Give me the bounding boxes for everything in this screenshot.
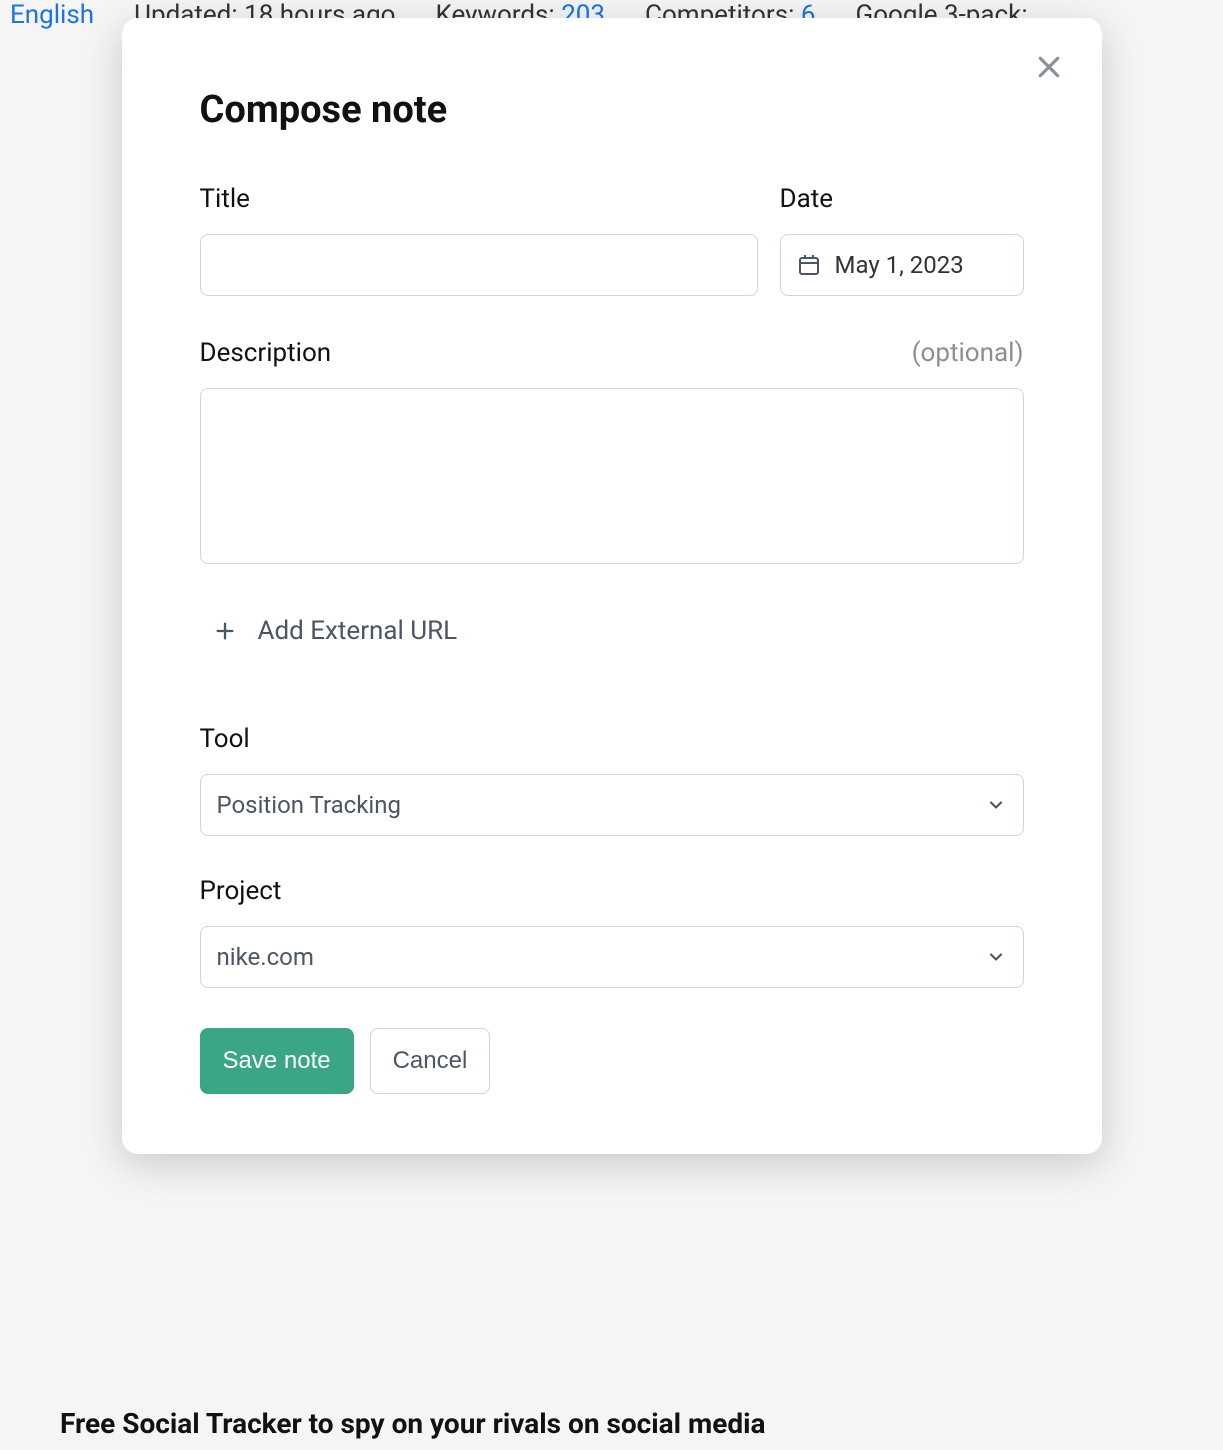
modal-title: Compose note: [200, 88, 1024, 132]
date-value: May 1, 2023: [835, 251, 964, 279]
description-label: Description: [200, 338, 332, 368]
compose-note-modal: Compose note Title Date May 1, 2023: [122, 18, 1102, 1154]
add-external-url-button[interactable]: Add External URL: [200, 608, 1024, 654]
save-button[interactable]: Save note: [200, 1028, 354, 1094]
description-field: Description (optional): [200, 338, 1024, 568]
title-label: Title: [200, 184, 758, 214]
project-label: Project: [200, 876, 1024, 906]
close-button[interactable]: [1030, 48, 1068, 86]
project-field: Project nike.com: [200, 876, 1024, 988]
date-label: Date: [780, 184, 1024, 214]
plus-icon: [214, 620, 236, 642]
close-icon: [1034, 52, 1064, 82]
project-select[interactable]: nike.com: [200, 926, 1024, 988]
modal-overlay: Compose note Title Date May 1, 2023: [0, 0, 1223, 1450]
date-input[interactable]: May 1, 2023: [780, 234, 1024, 296]
cancel-button[interactable]: Cancel: [370, 1028, 491, 1094]
description-hint: (optional): [912, 338, 1024, 368]
tool-select[interactable]: Position Tracking: [200, 774, 1024, 836]
description-input[interactable]: [200, 388, 1024, 564]
tool-field: Tool Position Tracking: [200, 724, 1024, 836]
modal-actions: Save note Cancel: [200, 1028, 1024, 1094]
calendar-icon: [797, 253, 821, 277]
add-external-url-label: Add External URL: [258, 616, 458, 646]
tool-label: Tool: [200, 724, 1024, 754]
title-field: Title: [200, 184, 758, 296]
date-field: Date May 1, 2023: [780, 184, 1024, 296]
title-input[interactable]: [200, 234, 758, 296]
